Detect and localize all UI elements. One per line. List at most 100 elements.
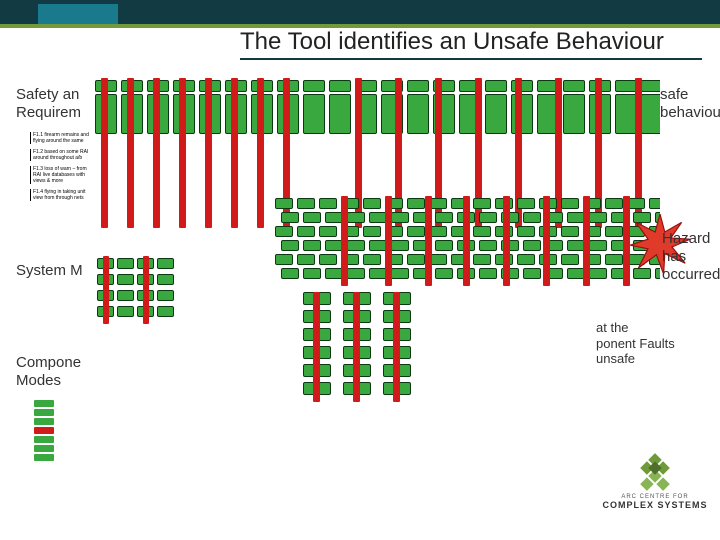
block — [589, 268, 607, 279]
block — [473, 226, 491, 237]
block — [649, 198, 660, 209]
block — [117, 306, 134, 317]
footer-logo: ARC CENTRE FOR COMPLEX SYSTEMS — [600, 452, 710, 510]
fault-bar — [341, 196, 348, 286]
block — [157, 306, 174, 317]
mode-block — [34, 409, 54, 416]
block — [117, 258, 134, 269]
fault-bar — [463, 196, 470, 286]
hazard-line2: occurred — [662, 266, 720, 283]
fault-bar — [127, 78, 134, 228]
block — [523, 240, 541, 251]
block — [275, 254, 293, 265]
block — [157, 290, 174, 301]
block — [363, 198, 381, 209]
block — [435, 212, 453, 223]
block — [605, 198, 623, 209]
block — [517, 198, 535, 209]
hazard-line1: Hazard has — [662, 230, 710, 265]
block — [563, 94, 585, 134]
caption-f12: F1.2 based on some RAI around throughout… — [30, 149, 95, 161]
label-component-modes: ComponeModes — [16, 354, 81, 390]
mode-block — [34, 436, 54, 443]
fault-bar — [153, 78, 160, 228]
block — [303, 80, 325, 92]
fault-bar — [425, 196, 432, 286]
slide-header: The Tool identifies an Unsafe Behaviour — [0, 0, 720, 62]
fault-bar — [583, 196, 590, 286]
logo-icon — [626, 452, 684, 492]
block — [117, 274, 134, 285]
block — [523, 212, 541, 223]
header-accent — [38, 4, 118, 24]
fault-bar — [179, 78, 186, 228]
block — [319, 198, 337, 209]
mode-block — [34, 454, 54, 461]
block — [615, 80, 637, 92]
block — [485, 80, 507, 92]
fault-bar — [313, 292, 320, 402]
block — [303, 240, 321, 251]
block — [157, 274, 174, 285]
block — [605, 226, 623, 237]
explain-l1: at the — [596, 320, 629, 335]
fault-bar — [353, 292, 360, 402]
block — [391, 240, 409, 251]
block — [157, 258, 174, 269]
block — [479, 212, 497, 223]
page-title: The Tool identifies an Unsafe Behaviour — [240, 28, 664, 56]
block — [281, 268, 299, 279]
fault-bar — [503, 196, 510, 286]
callout-hazard: Hazard has occurred — [662, 230, 720, 284]
block — [561, 226, 579, 237]
block — [347, 240, 365, 251]
fault-bar — [623, 196, 630, 286]
fault-bar — [143, 256, 149, 324]
behaviour-tree-diagram — [95, 78, 660, 438]
block — [275, 198, 293, 209]
fault-bar — [231, 78, 238, 228]
block — [641, 80, 660, 92]
block — [517, 226, 535, 237]
block — [363, 226, 381, 237]
block — [407, 254, 425, 265]
fault-bar — [205, 78, 212, 228]
callout-unsafe-behaviours: safe behaviours — [660, 86, 720, 122]
block — [407, 226, 425, 237]
block — [589, 212, 607, 223]
mode-block — [34, 400, 54, 407]
header-rule — [240, 58, 702, 60]
block — [281, 240, 299, 251]
block — [391, 268, 409, 279]
block — [485, 94, 507, 134]
block — [281, 212, 299, 223]
block — [589, 240, 607, 251]
block — [523, 268, 541, 279]
block — [391, 212, 409, 223]
block — [479, 268, 497, 279]
block — [319, 226, 337, 237]
block — [561, 254, 579, 265]
block — [329, 94, 351, 134]
block — [407, 198, 425, 209]
block — [605, 254, 623, 265]
block — [473, 254, 491, 265]
fault-bar — [101, 78, 108, 228]
fault-bar — [257, 78, 264, 228]
block — [435, 268, 453, 279]
caption-f13: F1.3 loss of warn – from RAI live databa… — [30, 166, 95, 184]
block — [473, 198, 491, 209]
block — [275, 226, 293, 237]
block — [563, 80, 585, 92]
mode-fault-block — [34, 427, 54, 434]
block — [479, 240, 497, 251]
block — [347, 212, 365, 223]
callout-explain: at the ponent Faults unsafe — [596, 320, 675, 367]
fault-bar — [385, 196, 392, 286]
block — [297, 226, 315, 237]
block — [435, 240, 453, 251]
block — [641, 94, 660, 134]
block — [407, 80, 429, 92]
mode-block — [34, 445, 54, 452]
fault-bar — [393, 292, 400, 402]
